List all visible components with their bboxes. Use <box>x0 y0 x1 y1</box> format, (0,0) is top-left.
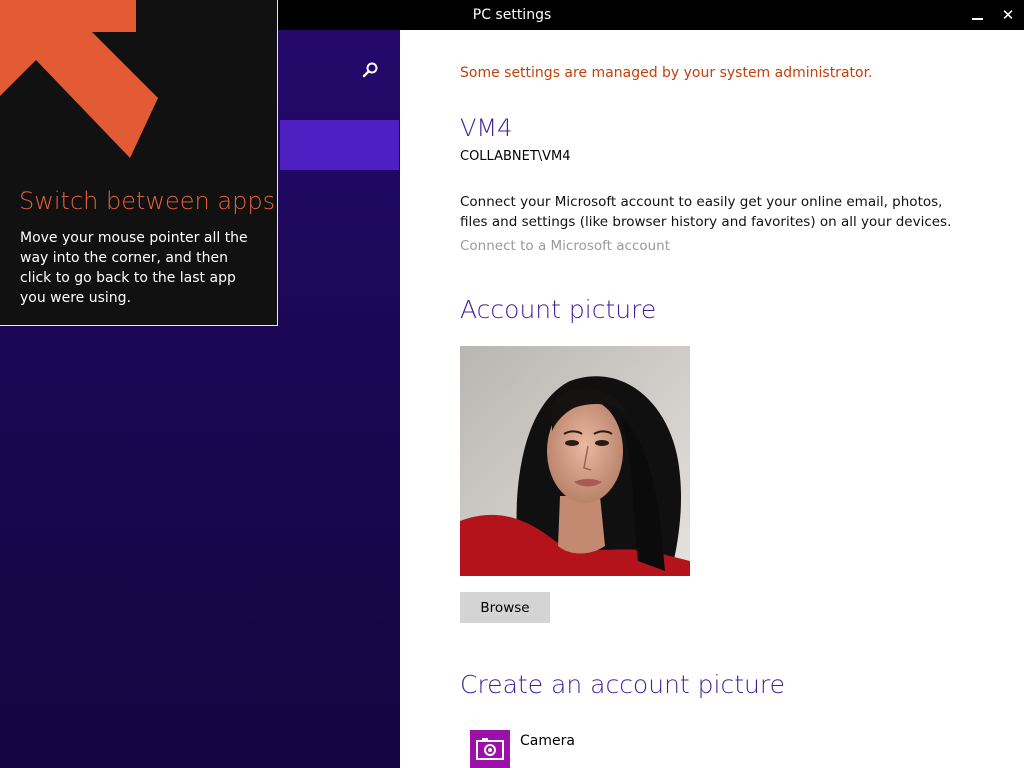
browse-button[interactable]: Browse <box>460 592 550 623</box>
corner-arrow-icon <box>0 0 158 158</box>
camera-app-item[interactable]: Camera <box>470 730 575 768</box>
close-button[interactable]: ✕ <box>997 4 1019 26</box>
tip-title: Switch between apps <box>19 187 276 215</box>
minimize-button[interactable] <box>967 4 989 26</box>
admin-managed-notice: Some settings are managed by your system… <box>460 65 873 81</box>
switch-apps-tip: Switch between apps Move your mouse poin… <box>0 0 278 326</box>
user-name: VM4 <box>460 114 513 142</box>
minimize-icon <box>972 18 983 20</box>
tip-body: Move your mouse pointer all the way into… <box>20 230 248 306</box>
create-account-picture-heading: Create an account picture <box>460 670 785 699</box>
camera-label: Camera <box>520 733 575 749</box>
nav-item-selected[interactable] <box>280 120 399 170</box>
account-picture-heading: Account picture <box>460 295 657 324</box>
user-domain: COLLABNET\VM4 <box>460 149 571 164</box>
account-settings-content: Some settings are managed by your system… <box>400 30 1024 768</box>
camera-icon <box>470 730 510 768</box>
search-icon[interactable] <box>360 60 380 80</box>
connect-microsoft-account-link[interactable]: Connect to a Microsoft account <box>460 238 670 254</box>
account-picture <box>460 346 690 576</box>
microsoft-account-description: Connect your Microsoft account to easily… <box>460 194 952 230</box>
